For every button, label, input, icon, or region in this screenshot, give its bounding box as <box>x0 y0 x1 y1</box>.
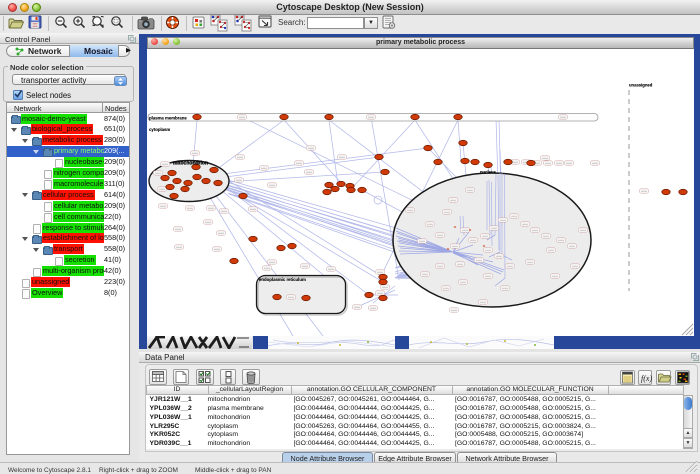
svg-text:mitochondrion: mitochondrion <box>173 161 208 167</box>
svg-text:f(x): f(x) <box>641 374 652 383</box>
svg-text:cytoplasm: cytoplasm <box>149 127 170 132</box>
svg-text:plasma membrane: plasma membrane <box>149 116 187 121</box>
svg-text:unassigned: unassigned <box>629 83 653 88</box>
svg-text:nucleus: nucleus <box>480 170 496 175</box>
svg-text:endoplasmic reticulum: endoplasmic reticulum <box>259 277 306 282</box>
